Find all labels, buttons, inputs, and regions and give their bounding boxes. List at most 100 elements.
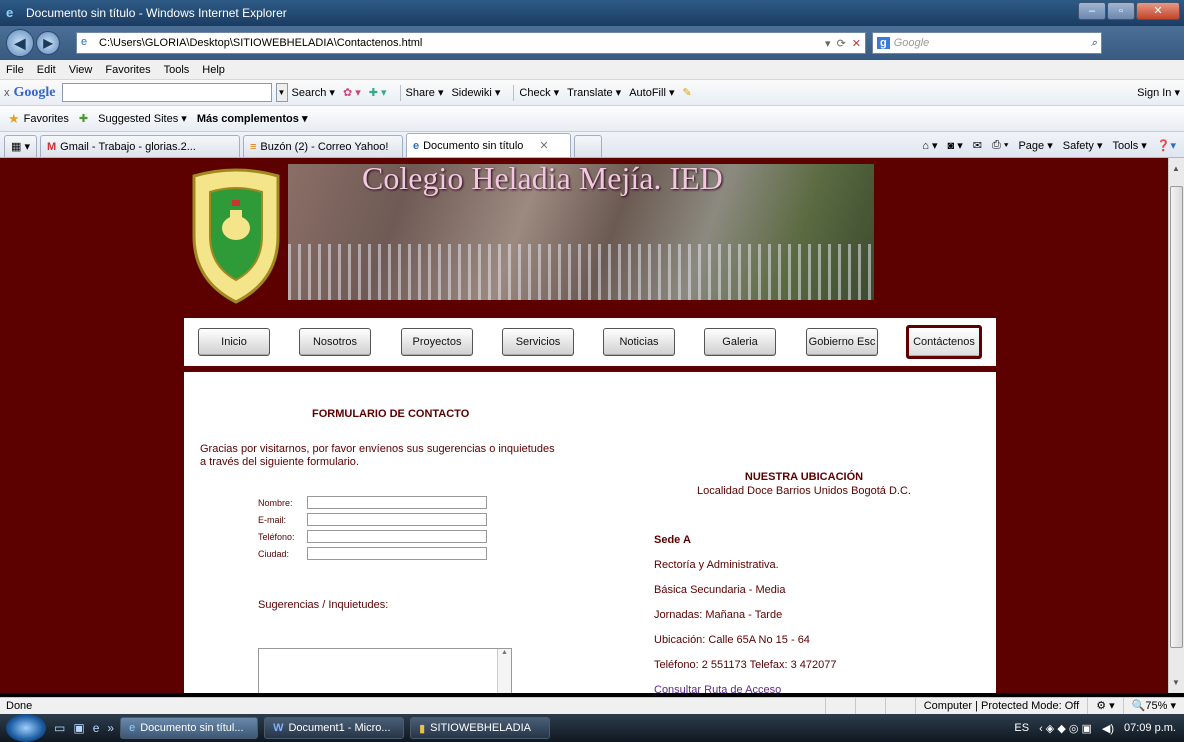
popup-icon[interactable]: ⚙ ▾ [1087,698,1122,714]
ie-task-icon: e [129,722,136,734]
mas-complementos[interactable]: Más complementos ▾ [197,112,308,125]
page-scrollbar[interactable]: ▲ ▼ [1168,158,1184,693]
tab-label: Gmail - Trabajo - glorias.2... [60,140,196,153]
ie-quicklaunch-icon[interactable]: e [93,721,100,735]
toolbar-plus-icon[interactable]: ✚ ▾ [369,86,387,99]
home-icon[interactable]: ⌂ ▾ [922,139,937,152]
toolbar-sidewiki[interactable]: Sidewiki ▾ [451,86,500,99]
scroll-down-icon[interactable]: ▼ [1172,678,1180,687]
sede-line-5: Teléfono: 2 551173 Telefax: 3 472077 [654,659,837,671]
language-indicator[interactable]: ES [1014,722,1029,734]
nav-gobierno[interactable]: Gobierno Esc [806,328,878,356]
location-subheading: Localidad Doce Barrios Unidos Bogotá D.C… [696,485,911,497]
menu-edit[interactable]: Edit [37,64,56,76]
toolbar-check[interactable]: Check ▾ [519,86,559,99]
tab-label: Buzón (2) - Correo Yahoo! [260,140,389,153]
task-documento[interactable]: e Documento sin títul... [120,717,259,739]
task-label: SITIOWEBHELADIA [430,722,531,734]
location-heading: NUESTRA UBICACIÓN [744,471,864,483]
textarea-scrollbar[interactable]: ▲ [497,649,511,693]
clock[interactable]: 07:09 p.m. [1124,722,1176,734]
nav-inicio[interactable]: Inicio [198,328,270,356]
menu-favorites[interactable]: Favorites [105,64,150,76]
close-toolbar-icon[interactable]: x [4,87,10,99]
page-icon: e [81,36,88,48]
toolbar-bookmarks-icon[interactable]: ✿ ▾ [343,86,361,99]
ciudad-input[interactable] [307,547,487,560]
switch-windows-icon[interactable]: ▣ [73,721,84,735]
toolbar-share[interactable]: Share ▾ [406,86,444,99]
search-icon[interactable]: ⌕ [1091,37,1097,50]
page-menu[interactable]: Page ▾ [1018,139,1052,152]
form-intro-1: Gracias por visitarnos, por favor envíen… [200,443,555,455]
quick-tabs-button[interactable]: ▦ ▾ [4,135,37,157]
safety-menu[interactable]: Safety ▾ [1063,139,1103,152]
toolbar-autofill[interactable]: AutoFill ▾ [629,86,674,99]
ie-logo-icon: e [6,5,14,20]
nav-noticias[interactable]: Noticias [603,328,675,356]
nav-contactenos[interactable]: Contáctenos [906,325,982,359]
tab-gmail[interactable]: M Gmail - Trabajo - glorias.2... [39,135,240,157]
taskbar: ▭ ▣ e » e Documento sin títul... W Docum… [0,714,1184,742]
back-button[interactable]: ◀ [6,29,34,57]
help-icon[interactable]: ❓▾ [1157,139,1176,152]
print-icon[interactable]: ⎙ ▾ [992,139,1008,152]
toolbar-translate[interactable]: Translate ▾ [567,86,621,99]
suggest-textarea[interactable]: ▲ [258,648,512,693]
menu-help[interactable]: Help [202,64,225,76]
tab-documento[interactable]: e Documento sin título ✕ [405,133,571,157]
tray-icons[interactable]: ‹ ◈ ◆ ◎ ▣ [1039,722,1092,735]
menu-tools[interactable]: Tools [164,64,190,76]
nav-servicios[interactable]: Servicios [502,328,574,356]
school-title: Colegio Heladia Mejía. IED [362,160,723,196]
ruta-acceso-link[interactable]: Consultar Ruta de Acceso [654,684,781,693]
start-button[interactable] [6,714,46,742]
word-icon: W [273,722,284,734]
menu-file[interactable]: File [6,64,24,76]
new-tab-button[interactable] [573,135,602,157]
sede-line-2: Básica Secundaria - Media [654,584,786,596]
refresh-icon[interactable]: ⟳ [837,37,846,50]
tab-yahoo[interactable]: ≡ Buzón (2) - Correo Yahoo! [242,135,403,157]
nombre-input[interactable] [307,496,487,509]
close-tab-icon[interactable]: ✕ [539,139,548,152]
minimize-button[interactable]: – [1078,2,1106,20]
google-search-dropdown[interactable]: ▼ [275,83,288,102]
task-word[interactable]: W Document1 - Micro... [264,717,405,739]
volume-icon[interactable]: ◀) [1102,722,1114,735]
tools-menu[interactable]: Tools ▾ [1113,139,1147,152]
nav-nosotros[interactable]: Nosotros [299,328,371,356]
feeds-icon[interactable]: ◙ ▾ [948,139,963,152]
telefono-input[interactable] [307,530,487,543]
mail-icon[interactable]: ✉ [973,139,982,152]
email-input[interactable] [307,513,487,526]
favorites-button[interactable]: Favorites [24,113,69,125]
nav-proyectos[interactable]: Proyectos [401,328,473,356]
toolbar-search[interactable]: Search ▾ [292,86,335,99]
maximize-button[interactable]: ▫ [1107,2,1135,20]
scroll-thumb[interactable] [1170,186,1183,648]
stop-icon[interactable]: ✕ [852,37,861,50]
quicklaunch-more-icon[interactable]: » [107,721,114,735]
dropdown-icon[interactable]: ▾ [825,37,831,50]
google-search-input[interactable] [61,83,272,102]
web-content: Colegio Heladia Mejía. IED Inicio Nosotr… [0,158,1168,693]
forward-button[interactable]: ▶ [36,31,60,55]
menu-view[interactable]: View [69,64,93,76]
scroll-up-icon[interactable]: ▲ [1172,164,1180,173]
show-desktop-icon[interactable]: ▭ [54,721,65,735]
google-logo: Google [13,84,56,100]
close-button[interactable]: ✕ [1136,2,1180,20]
task-folder[interactable]: ▮ SITIOWEBHELADIA [410,717,551,739]
address-bar[interactable]: e C:\Users\GLORIA\Desktop\SITIOWEBHELADI… [76,32,866,54]
pencil-icon[interactable]: ✎ [682,86,691,99]
toolbar-signin[interactable]: Sign In ▾ [1137,86,1180,99]
suggested-sites[interactable]: Suggested Sites ▾ [98,112,187,125]
add-favorite-icon[interactable]: ✚ [79,112,88,125]
security-zone[interactable]: Computer | Protected Mode: Off [914,698,1088,714]
ie-page-icon: e [412,139,420,152]
zoom-level[interactable]: 🔍75% ▾ [1122,698,1184,714]
zoom-value: 75% [1145,700,1168,712]
nav-galeria[interactable]: Galeria [704,328,776,356]
search-box[interactable]: g Google ⌕ [872,32,1102,54]
